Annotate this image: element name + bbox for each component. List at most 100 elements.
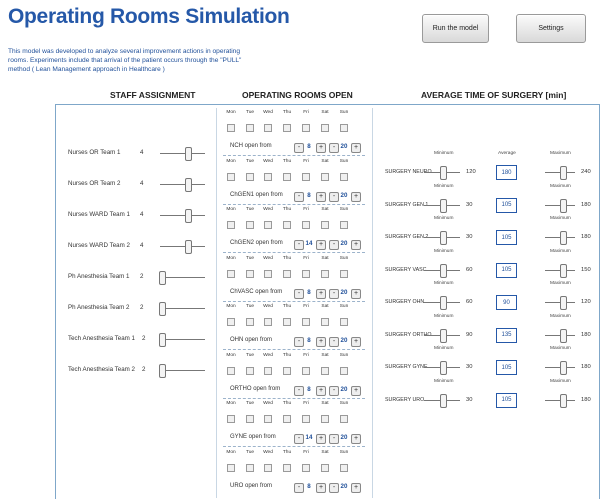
day-checkbox[interactable] — [302, 366, 310, 375]
from-increment-button[interactable]: + — [316, 143, 326, 153]
day-checkbox[interactable] — [340, 366, 348, 375]
day-checkbox[interactable] — [340, 269, 348, 278]
from-increment-button[interactable]: + — [316, 240, 326, 250]
staff-slider-thumb[interactable] — [185, 209, 192, 223]
day-checkbox[interactable] — [246, 269, 254, 278]
day-checkbox[interactable] — [321, 463, 329, 472]
staff-slider-thumb[interactable] — [159, 271, 166, 285]
day-checkbox[interactable] — [283, 318, 291, 326]
average-value[interactable]: 105 — [496, 230, 517, 245]
day-checkbox[interactable] — [264, 221, 272, 229]
day-checkbox[interactable] — [264, 463, 272, 472]
day-checkbox[interactable] — [246, 318, 254, 326]
day-checkbox[interactable] — [227, 269, 235, 278]
day-checkbox[interactable] — [264, 124, 272, 132]
run-model-button[interactable]: Run the model — [422, 14, 489, 43]
from-increment-button[interactable]: + — [316, 337, 326, 347]
day-checkbox[interactable] — [246, 463, 254, 472]
average-value[interactable]: 105 — [496, 392, 517, 408]
day-checkbox[interactable] — [246, 221, 254, 229]
day-checkbox[interactable] — [227, 318, 235, 326]
day-checkbox[interactable] — [340, 221, 348, 229]
average-value[interactable]: 90 — [496, 295, 517, 310]
day-checkbox[interactable] — [321, 124, 329, 132]
average-value[interactable]: 105 — [496, 262, 517, 278]
staff-slider-thumb[interactable] — [159, 302, 166, 316]
day-checkbox[interactable] — [283, 172, 291, 181]
day-checkbox[interactable] — [246, 172, 254, 181]
day-checkbox[interactable] — [227, 415, 235, 423]
day-checkbox[interactable] — [246, 124, 254, 132]
day-checkbox[interactable] — [321, 366, 329, 375]
day-checkbox[interactable] — [264, 269, 272, 278]
max-slider-thumb[interactable] — [560, 393, 567, 408]
day-checkbox[interactable] — [264, 318, 272, 326]
day-checkbox[interactable] — [227, 124, 235, 132]
staff-slider-track[interactable] — [160, 370, 205, 371]
staff-slider-track[interactable] — [160, 277, 205, 278]
to-increment-button[interactable]: + — [351, 434, 361, 444]
day-checkbox[interactable] — [340, 415, 348, 423]
day-checkbox[interactable] — [302, 463, 310, 472]
to-increment-button[interactable]: + — [351, 240, 361, 250]
from-increment-button[interactable]: + — [316, 385, 326, 396]
average-value[interactable]: 105 — [496, 360, 517, 375]
staff-slider-thumb[interactable] — [185, 178, 192, 192]
day-checkbox[interactable] — [227, 366, 235, 375]
min-slider-thumb[interactable] — [440, 393, 447, 408]
day-checkbox[interactable] — [340, 172, 348, 181]
max-slider-thumb[interactable] — [560, 361, 567, 375]
to-increment-button[interactable]: + — [351, 191, 361, 202]
day-checkbox[interactable] — [302, 172, 310, 181]
day-checkbox[interactable] — [264, 415, 272, 423]
day-checkbox[interactable] — [321, 318, 329, 326]
day-checkbox[interactable] — [302, 318, 310, 326]
to-increment-button[interactable]: + — [351, 385, 361, 396]
day-checkbox[interactable] — [246, 366, 254, 375]
day-checkbox[interactable] — [283, 366, 291, 375]
staff-slider-track[interactable] — [160, 215, 205, 216]
min-slider-thumb[interactable] — [440, 198, 447, 213]
to-increment-button[interactable]: + — [351, 337, 361, 347]
from-increment-button[interactable]: + — [316, 434, 326, 444]
staff-slider-track[interactable] — [160, 184, 205, 185]
max-slider-thumb[interactable] — [560, 263, 567, 278]
staff-slider-track[interactable] — [160, 153, 205, 154]
min-slider-thumb[interactable] — [440, 263, 447, 278]
min-slider-thumb[interactable] — [440, 296, 447, 310]
day-checkbox[interactable] — [302, 415, 310, 423]
max-slider-thumb[interactable] — [560, 231, 567, 245]
day-checkbox[interactable] — [283, 269, 291, 278]
day-checkbox[interactable] — [283, 221, 291, 229]
max-slider-thumb[interactable] — [560, 328, 567, 343]
max-slider-thumb[interactable] — [560, 166, 567, 180]
day-checkbox[interactable] — [321, 415, 329, 423]
day-checkbox[interactable] — [302, 124, 310, 132]
min-slider-thumb[interactable] — [440, 166, 447, 180]
average-value[interactable]: 135 — [496, 327, 517, 343]
min-slider-thumb[interactable] — [440, 231, 447, 245]
to-increment-button[interactable]: + — [351, 143, 361, 153]
day-checkbox[interactable] — [227, 172, 235, 181]
staff-slider-track[interactable] — [160, 339, 205, 340]
day-checkbox[interactable] — [283, 463, 291, 472]
day-checkbox[interactable] — [264, 172, 272, 181]
min-slider-thumb[interactable] — [440, 328, 447, 343]
staff-slider-thumb[interactable] — [159, 364, 166, 378]
average-value[interactable]: 105 — [496, 197, 517, 213]
day-checkbox[interactable] — [321, 221, 329, 229]
day-checkbox[interactable] — [340, 463, 348, 472]
from-increment-button[interactable]: + — [316, 482, 326, 493]
day-checkbox[interactable] — [283, 415, 291, 423]
day-checkbox[interactable] — [302, 221, 310, 229]
day-checkbox[interactable] — [321, 269, 329, 278]
to-increment-button[interactable]: + — [351, 482, 361, 493]
from-increment-button[interactable]: + — [316, 191, 326, 202]
day-checkbox[interactable] — [321, 172, 329, 181]
from-increment-button[interactable]: + — [316, 288, 326, 299]
to-increment-button[interactable]: + — [351, 288, 361, 299]
day-checkbox[interactable] — [227, 463, 235, 472]
average-value[interactable]: 180 — [496, 165, 517, 180]
staff-slider-track[interactable] — [160, 308, 205, 309]
max-slider-thumb[interactable] — [560, 296, 567, 310]
